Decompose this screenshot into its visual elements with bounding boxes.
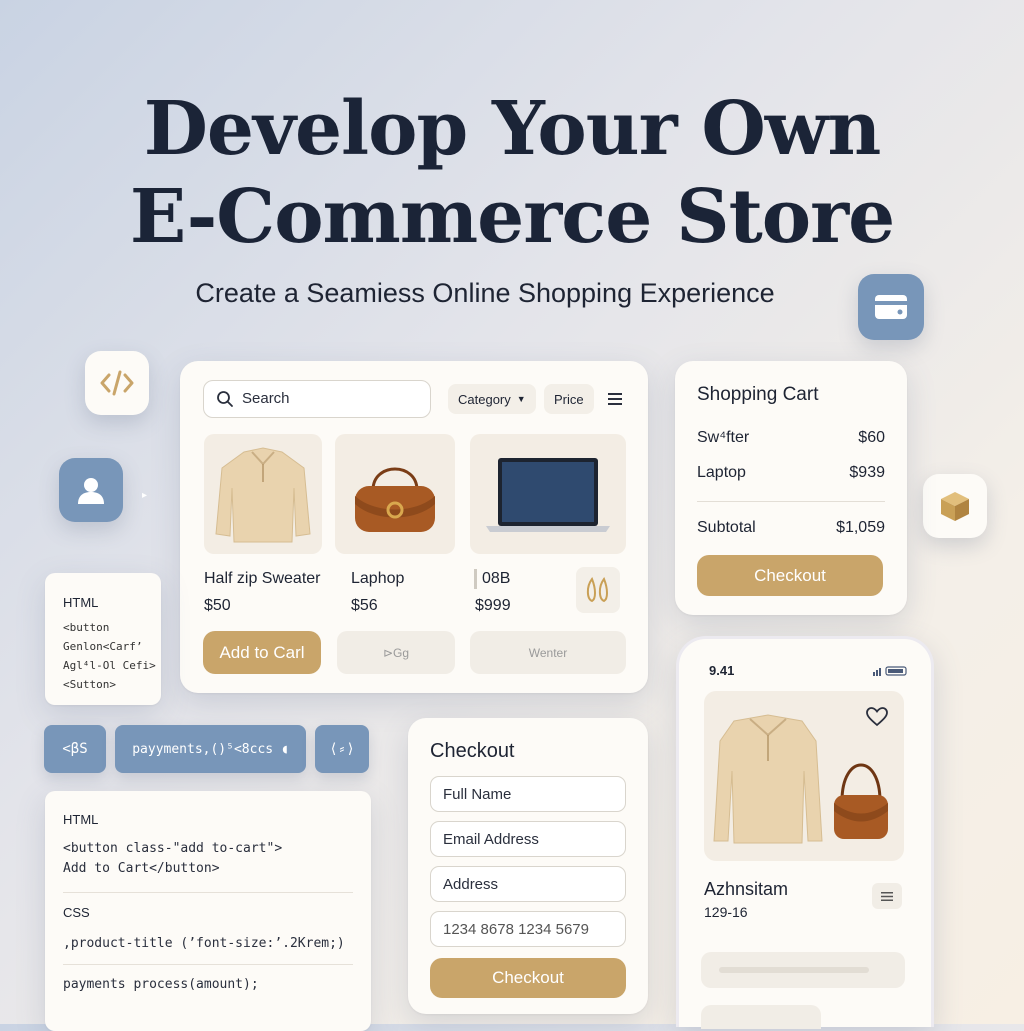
cart-subtotal-row: Subtotal $1,059	[697, 519, 885, 537]
code-snippet-large: HTML <button class-"add to-cart"> Add to…	[45, 791, 371, 1031]
phone-product-sub: 129-16	[704, 904, 748, 920]
skeleton-line	[719, 967, 869, 973]
box-icon-button[interactable]	[923, 474, 987, 538]
code-line: Agl⁴l-Ol Cefi>	[63, 659, 156, 672]
user-icon	[78, 478, 104, 504]
hero-title-line1: Develop Your Own	[143, 86, 882, 172]
cart-item-price: $939	[849, 464, 885, 481]
status-time: 9.41	[709, 663, 735, 678]
category-label: Category	[458, 391, 511, 407]
ghost-button-3[interactable]: Wenter	[470, 631, 626, 674]
js-line: payments process(amount);	[63, 977, 259, 992]
signal-battery-icon	[873, 666, 907, 676]
checkout-form-card: Checkout Full Name Email Address Address…	[408, 718, 648, 1014]
product-image-laptop[interactable]	[470, 434, 626, 554]
cart-item-name: Sw⁴fter	[697, 429, 750, 446]
checkout-title: Checkout	[430, 740, 515, 762]
add-to-cart-button[interactable]: Add to Carl	[203, 631, 321, 674]
earrings-icon	[586, 576, 608, 603]
card-number-field[interactable]: 1234 8678 1234 5679	[430, 911, 626, 947]
html-heading: HTML	[63, 812, 99, 827]
html-line-1: <button class-"add to-cart">	[63, 841, 283, 856]
full-name-field[interactable]: Full Name	[430, 776, 626, 812]
price-label: Price	[554, 391, 584, 407]
css-line: ,product-title (’font-size:’.2Krem;)	[63, 936, 345, 951]
phone-mockup: 9.41 Azhnsitam 129-16	[676, 636, 934, 1029]
earrings-thumb[interactable]	[576, 567, 620, 613]
product-image-bag[interactable]	[335, 434, 455, 554]
credit-card-icon	[875, 295, 907, 319]
divider	[474, 569, 477, 589]
cart-title: Shopping Cart	[697, 384, 819, 405]
cart-checkout-button[interactable]: Checkout	[697, 555, 883, 596]
cart-item-price: $60	[858, 429, 885, 446]
search-input[interactable]: Search	[203, 380, 431, 418]
product-catalog-card: Search Category ▼ Price Half zip Sweater…	[180, 361, 648, 693]
menu-icon	[881, 891, 893, 901]
phone-menu-button[interactable]	[872, 883, 902, 909]
box-icon	[941, 492, 969, 521]
chevron-right-icon: ▸	[142, 490, 148, 501]
price-filter[interactable]: Price	[544, 384, 594, 414]
cart-item: Sw⁴fter $60	[697, 429, 885, 447]
payments-pill[interactable]: payyments,()⁵<8ccs ◖	[115, 725, 306, 773]
subtotal-value: $1,059	[836, 519, 885, 536]
address-field[interactable]: Address	[430, 866, 626, 902]
product-price-2: $56	[351, 597, 378, 614]
code-small-body: <button Genlon<Carf’ Agl⁴l-Ol Cefi> <Sut…	[63, 618, 156, 694]
category-dropdown[interactable]: Category ▼	[448, 384, 536, 414]
user-icon-button[interactable]	[59, 458, 123, 522]
js-pill[interactable]: <βS	[44, 725, 106, 773]
product-name-1: Half zip Sweater	[204, 570, 321, 587]
heart-icon[interactable]	[866, 707, 888, 727]
cart-item-name: Laptop	[697, 464, 746, 481]
hero-subtitle: Create a Seamiess Online Shopping Experi…	[195, 278, 775, 308]
menu-icon	[608, 393, 622, 405]
code-snippet-small: HTML <button Genlon<Carf’ Agl⁴l-Ol Cefi>…	[45, 573, 161, 705]
bag-image	[355, 467, 435, 532]
product-name-3: 08B	[482, 570, 511, 587]
menu-button[interactable]	[600, 384, 630, 414]
hero-title-line2: E-Commerce Store	[129, 174, 895, 260]
search-placeholder: Search	[242, 390, 290, 407]
product-price-3: $999	[475, 597, 511, 614]
divider	[63, 964, 353, 965]
code-line: Genlon<Carf’	[63, 640, 143, 653]
code-icon	[100, 370, 134, 396]
chevron-down-icon: ▼	[516, 394, 526, 404]
cart-divider	[697, 501, 885, 502]
email-field[interactable]: Email Address	[430, 821, 626, 857]
search-icon	[217, 391, 233, 407]
phone-product-image[interactable]	[704, 691, 904, 861]
subtotal-label: Subtotal	[697, 519, 756, 536]
checkout-submit-button[interactable]: Checkout	[430, 958, 626, 998]
divider	[63, 892, 353, 893]
code-small-heading: HTML	[63, 595, 99, 610]
product-price-1: $50	[204, 597, 231, 614]
shopping-cart-card: Shopping Cart Sw⁴fter $60 Laptop $939 Su…	[675, 361, 907, 615]
code-icon-button[interactable]	[85, 351, 149, 415]
code-line: <button	[63, 621, 110, 634]
product-name-2: Laphop	[351, 570, 405, 587]
css-heading: CSS	[63, 905, 90, 920]
phone-placeholder-bar[interactable]	[701, 952, 905, 988]
phone-placeholder-bar[interactable]	[701, 1005, 821, 1029]
credit-card-icon-button[interactable]	[858, 274, 924, 340]
cart-item: Laptop $939	[697, 464, 885, 482]
phone-product-name: Azhnsitam	[704, 879, 789, 899]
code-pill[interactable]: ⟨⸗⟩	[315, 725, 369, 773]
product-image-sweater[interactable]	[204, 434, 322, 554]
laptop-image	[486, 458, 610, 532]
code-line: <Sutton>	[63, 678, 116, 691]
sweater-image	[215, 447, 311, 543]
ghost-button-2[interactable]: ⊳Gg	[337, 631, 455, 674]
html-line-2: Add to Cart</button>	[63, 861, 220, 876]
